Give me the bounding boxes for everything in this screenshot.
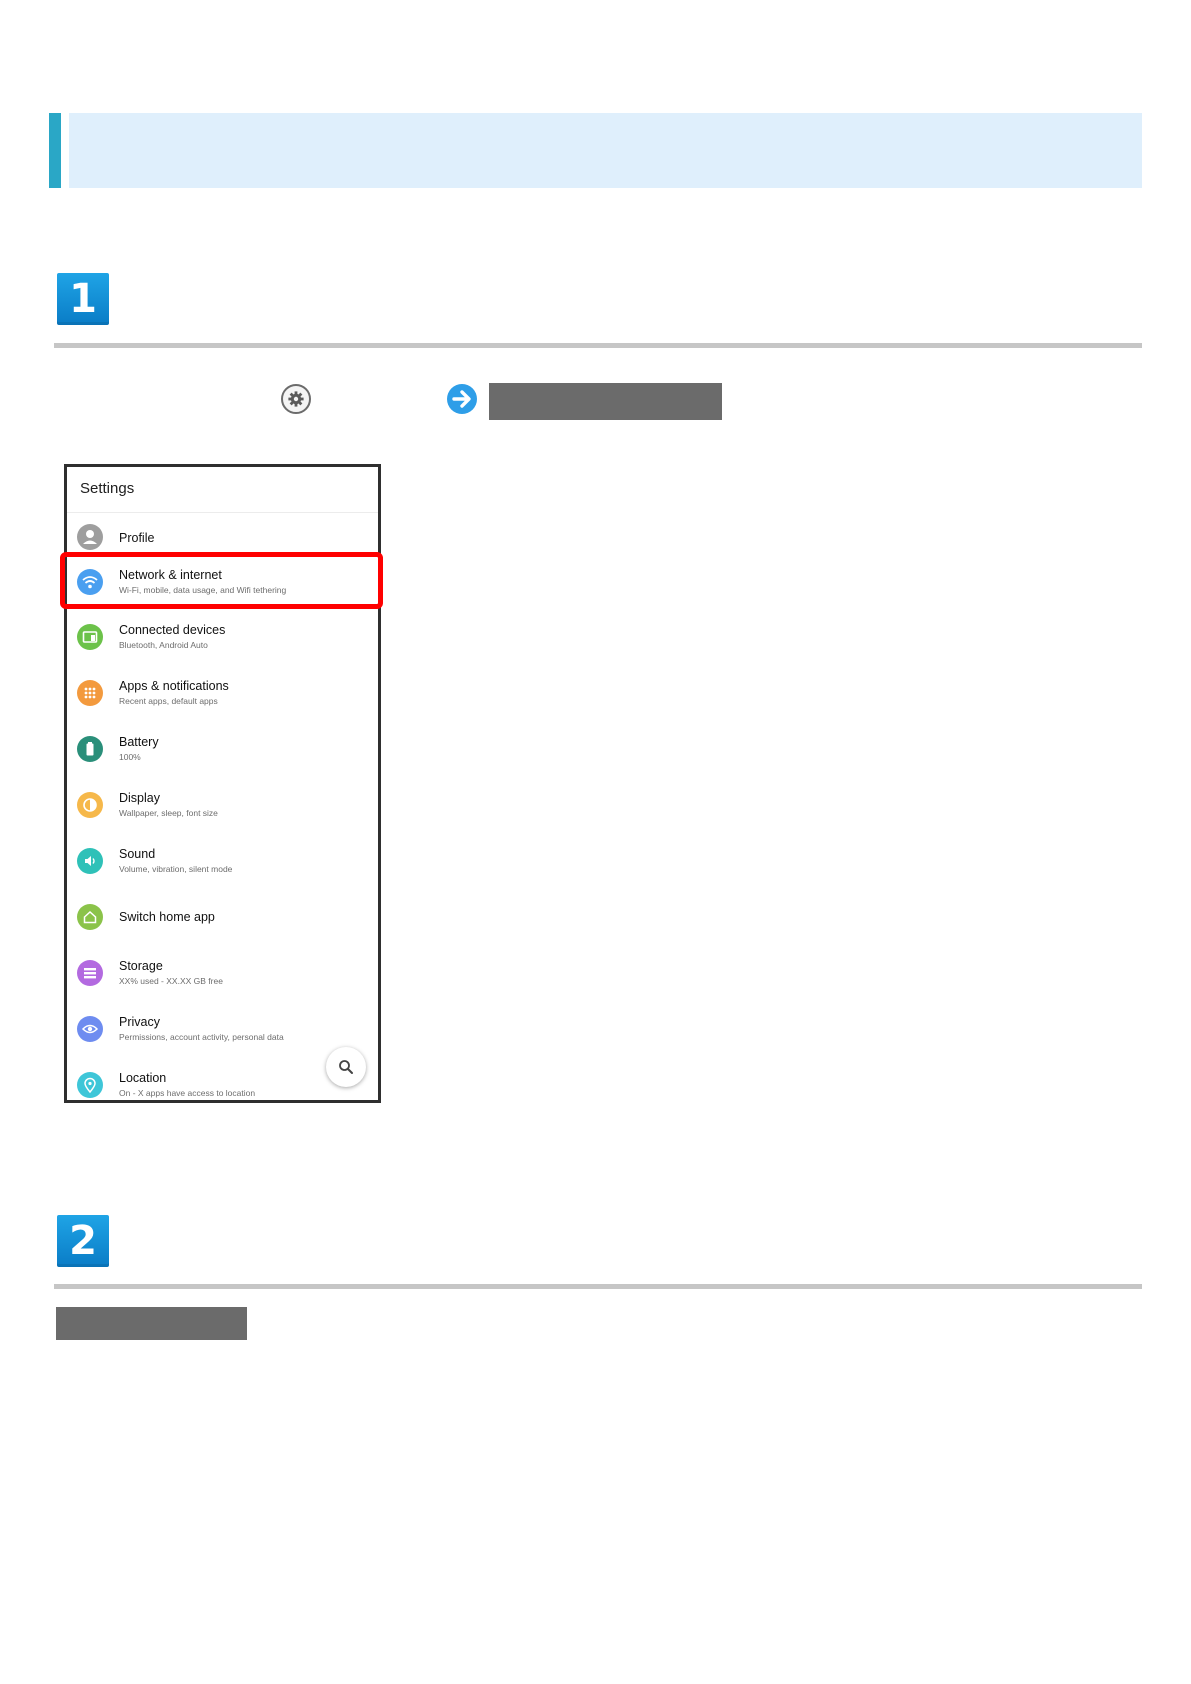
search-icon [339,1060,353,1074]
settings-item-label: Apps & notifications [119,679,229,693]
settings-item-label: Privacy [119,1015,160,1029]
settings-header: Settings [67,467,378,513]
settings-item-label: Connected devices [119,623,226,637]
settings-item-subtitle: Recent apps, default apps [119,696,218,706]
settings-item-subtitle: On - X apps have access to location [119,1088,256,1098]
settings-item-apps[interactable]: Apps & notifications Recent apps, defaul… [67,668,378,720]
devices-icon [77,624,103,650]
gear-icon [281,384,311,414]
settings-item-storage[interactable]: Storage XX% used - XX.XX GB free [67,948,378,1000]
speaker-icon [77,848,103,874]
storage-icon [77,960,103,986]
brightness-icon [77,792,103,818]
banner-accent-bar [49,113,61,188]
search-fab-button[interactable] [326,1047,366,1087]
settings-item-label: Sound [119,847,156,861]
arrow-right-circle-icon [447,384,477,414]
settings-item-subtitle: 100% [119,752,141,762]
location-pin-icon [77,1072,103,1098]
settings-item-sound[interactable]: Sound Volume, vibration, silent mode [67,836,378,888]
person-icon [77,524,103,550]
step-2-divider [54,1284,1142,1289]
settings-item-label: Location [119,1071,167,1085]
settings-item-subtitle: Wallpaper, sleep, font size [119,808,218,818]
step-1-badge: 1 [57,273,109,325]
battery-icon [77,736,103,762]
settings-item-subtitle: XX% used - XX.XX GB free [119,976,223,986]
title-banner [69,113,1142,188]
redacted-text-block [56,1307,247,1340]
settings-item-label: Storage [119,959,163,973]
highlight-box [60,552,383,609]
settings-item-battery[interactable]: Battery 100% [67,724,378,776]
settings-item-label: Switch home app [119,910,215,924]
settings-item-subtitle: Permissions, account activity, personal … [119,1032,284,1042]
settings-item-subtitle: Volume, vibration, silent mode [119,864,233,874]
settings-item-connected-devices[interactable]: Connected devices Bluetooth, Android Aut… [67,612,378,664]
settings-item-label: Display [119,791,160,805]
redacted-text-block [489,383,722,420]
eye-icon [77,1016,103,1042]
settings-item-display[interactable]: Display Wallpaper, sleep, font size [67,780,378,832]
home-icon [77,904,103,930]
apps-grid-icon [77,680,103,706]
settings-item-label: Battery [119,735,159,749]
settings-item-switch-home-app[interactable]: Switch home app [67,892,378,944]
settings-title: Settings [80,480,135,497]
settings-item-label: Profile [119,531,155,545]
step-2-badge: 2 [57,1215,109,1267]
settings-item-subtitle: Bluetooth, Android Auto [119,640,208,650]
step-1-divider [54,343,1142,348]
